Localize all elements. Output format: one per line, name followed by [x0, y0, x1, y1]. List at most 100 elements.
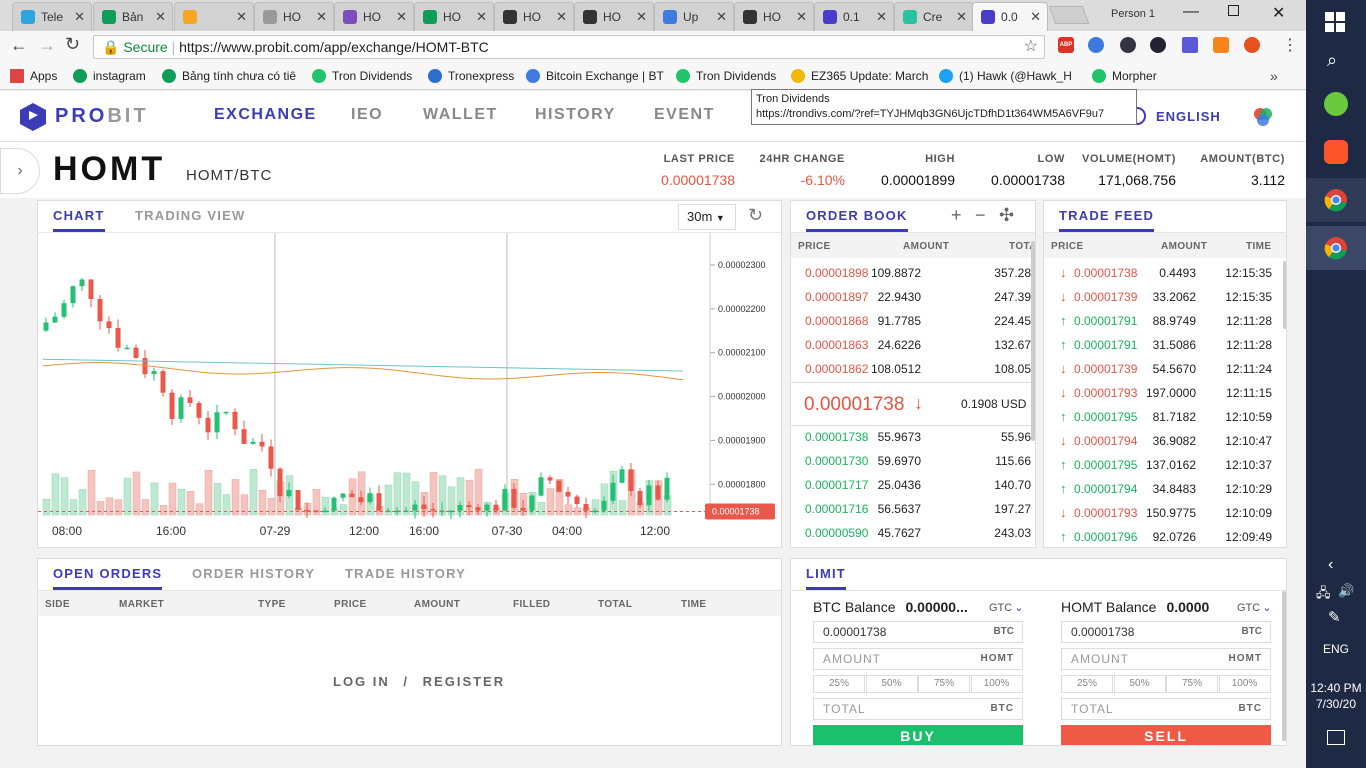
sell-button[interactable]: SELL: [1061, 725, 1271, 745]
more-bookmarks-icon[interactable]: »: [1270, 68, 1278, 84]
tab-trade-history[interactable]: TRADE HISTORY: [345, 566, 466, 581]
bid-row[interactable]: 0.00000590 45.7627 243.03: [791, 521, 1031, 545]
nav-ieo[interactable]: IEO: [351, 106, 383, 124]
tab-close-icon[interactable]: ✕: [876, 9, 887, 25]
ask-row[interactable]: 0.00001897 22.9430 247.39: [791, 285, 1031, 309]
nav-exchange[interactable]: EXCHANGE: [214, 106, 317, 124]
register-link[interactable]: REGISTER: [423, 674, 505, 689]
back-icon[interactable]: ←: [10, 35, 28, 56]
login-link[interactable]: LOG IN: [333, 674, 390, 689]
browser-tab[interactable]: HO ✕: [574, 2, 654, 31]
extension-wallet-icon[interactable]: [1150, 37, 1166, 53]
browser-tab[interactable]: Up ✕: [654, 2, 734, 31]
bookmark-item[interactable]: Tron Dividends: [676, 69, 776, 83]
bookmark-item[interactable]: EZ365 Update: March: [791, 69, 928, 83]
ob-scrollbar[interactable]: [1031, 241, 1035, 441]
extension-link-icon[interactable]: [1088, 37, 1104, 53]
input-language[interactable]: ENG: [1306, 642, 1366, 656]
tab-open-orders[interactable]: OPEN ORDERS: [53, 566, 163, 590]
probit-logo-icon[interactable]: [20, 103, 46, 131]
browser-tab[interactable]: ✕: [174, 2, 254, 31]
price-input[interactable]: 0.00001738 BTC: [813, 621, 1023, 643]
amount-input[interactable]: AMOUNT HOMT: [1061, 648, 1271, 670]
browser-tab[interactable]: Bản ✕: [93, 2, 173, 31]
browser-menu-icon[interactable]: ⋮: [1282, 35, 1298, 55]
ask-row[interactable]: 0.00001898 109.8872 357.28: [791, 261, 1031, 285]
percent-button[interactable]: 75%: [918, 675, 970, 693]
price-chart[interactable]: 0.00002300 0.00002200 0.00002100 0.00002000…: [38, 233, 781, 547]
bookmark-item[interactable]: Apps: [10, 69, 57, 83]
percent-button[interactable]: 50%: [865, 675, 918, 693]
new-tab-button[interactable]: [1048, 6, 1090, 24]
minimize-icon[interactable]: —: [1183, 3, 1199, 21]
browser-tab[interactable]: HO ✕: [734, 2, 814, 31]
bookmark-star-icon[interactable]: ☆: [1024, 36, 1038, 58]
browser-tab[interactable]: HO ✕: [334, 2, 414, 31]
tab-close-icon[interactable]: ✕: [316, 9, 327, 25]
clock-date[interactable]: 7/30/20: [1306, 697, 1366, 711]
url-bar[interactable]: 🔒 Secure | https://www.probit.com/app/ex…: [93, 35, 1045, 59]
ask-row[interactable]: 0.00001868 91.7785 224.45: [791, 309, 1031, 333]
zoom-out-icon[interactable]: −: [975, 205, 986, 226]
chrome-icon[interactable]: [1324, 188, 1348, 212]
chrome-icon[interactable]: [1324, 236, 1348, 260]
extension-cast-icon[interactable]: [1182, 37, 1198, 53]
percent-button[interactable]: 50%: [1113, 675, 1166, 693]
bookmark-item[interactable]: Tron Dividends: [312, 69, 412, 83]
total-input[interactable]: TOTAL BTC: [813, 698, 1023, 720]
center-icon[interactable]: ✣: [999, 205, 1014, 226]
bookmark-item[interactable]: (1) Hawk (@Hawk_H: [939, 69, 1072, 83]
time-in-force-select[interactable]: GTC ⌄: [1237, 601, 1271, 614]
taskbar-app-icon[interactable]: [1324, 92, 1348, 116]
browser-tab[interactable]: Tele ✕: [12, 2, 92, 31]
total-input[interactable]: TOTAL BTC: [1061, 698, 1271, 720]
percent-button[interactable]: 75%: [1166, 675, 1218, 693]
browser-tab[interactable]: 0.1 ✕: [814, 2, 894, 31]
tab-close-icon[interactable]: ✕: [476, 9, 487, 25]
bid-row[interactable]: 0.00001716 56.5637 197.27: [791, 497, 1031, 521]
buy-button[interactable]: BUY: [813, 725, 1023, 745]
browser-tab[interactable]: HO ✕: [494, 2, 574, 31]
nav-history[interactable]: HISTORY: [535, 106, 616, 124]
nav-event[interactable]: EVENT: [654, 106, 715, 124]
bookmark-item[interactable]: Bitcoin Exchange | BT: [526, 69, 664, 83]
tab-close-icon[interactable]: ✕: [1030, 9, 1041, 25]
theme-color-icon[interactable]: [1252, 106, 1274, 128]
tab-close-icon[interactable]: ✕: [396, 9, 407, 25]
zoom-in-icon[interactable]: +: [951, 205, 962, 226]
browser-tab[interactable]: HO ✕: [254, 2, 334, 31]
amount-input[interactable]: AMOUNT HOMT: [813, 648, 1023, 670]
refresh-icon[interactable]: ↻: [748, 205, 763, 226]
time-in-force-select[interactable]: GTC ⌄: [989, 601, 1023, 614]
bookmark-item[interactable]: Tronexpress: [428, 69, 514, 83]
price-input[interactable]: 0.00001738 BTC: [1061, 621, 1271, 643]
bookmark-item[interactable]: instagram: [73, 69, 146, 83]
bid-row[interactable]: 0.00001717 25.0436 140.70: [791, 473, 1031, 497]
notifications-icon[interactable]: [1327, 730, 1345, 745]
market-list-toggle[interactable]: ›: [0, 148, 40, 194]
bookmark-item[interactable]: Bảng tính chưa có tiê: [162, 69, 296, 83]
language-selector[interactable]: ENGLISH: [1156, 109, 1221, 124]
metamask-icon[interactable]: [1213, 37, 1229, 53]
tab-close-icon[interactable]: ✕: [796, 9, 807, 25]
close-window-icon[interactable]: ✕: [1272, 3, 1285, 23]
percent-button[interactable]: 25%: [1061, 675, 1113, 693]
extension-badge-icon[interactable]: [1120, 37, 1136, 53]
bid-row[interactable]: 0.00001738 55.9673 55.96: [791, 425, 1031, 449]
extension-fire-icon[interactable]: [1244, 37, 1260, 53]
tab-close-icon[interactable]: ✕: [236, 9, 247, 25]
tab-trading-view[interactable]: TRADING VIEW: [135, 208, 245, 223]
chevron-left-icon[interactable]: ‹: [1328, 556, 1333, 574]
browser-tab[interactable]: 0.0 ✕: [972, 2, 1048, 31]
network-icon[interactable]: 🖧: [1316, 584, 1331, 606]
percent-button[interactable]: 100%: [970, 675, 1023, 693]
adblock-icon[interactable]: ABP: [1058, 37, 1074, 53]
taskbar-search-icon[interactable]: ⌕: [1327, 50, 1337, 71]
tab-close-icon[interactable]: ✕: [956, 9, 967, 25]
clock-time[interactable]: 12:40 PM: [1306, 681, 1366, 695]
tab-limit[interactable]: LIMIT: [806, 566, 846, 590]
tab-order-history[interactable]: ORDER HISTORY: [192, 566, 315, 581]
tab-close-icon[interactable]: ✕: [556, 9, 567, 25]
ask-row[interactable]: 0.00001862 108.0512 108.05: [791, 357, 1031, 381]
nav-wallet[interactable]: WALLET: [423, 106, 498, 124]
